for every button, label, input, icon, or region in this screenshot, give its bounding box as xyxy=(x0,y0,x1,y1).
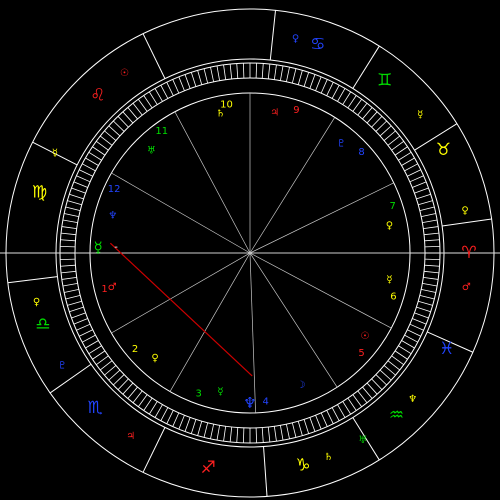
sign-gemini-ruler-glyph: ☿ xyxy=(417,110,423,121)
sign-sagittarius-glyph: ♐ xyxy=(201,458,216,478)
sign-aries-glyph: ♈ xyxy=(461,243,476,263)
planet-mercury-label: - xyxy=(114,242,118,253)
sign-taurus-glyph: ♉ xyxy=(436,140,451,160)
house-7-ruler-glyph: ♀ xyxy=(386,220,393,231)
sign-taurus-ruler-glyph: ♀ xyxy=(461,206,468,217)
sign-aquarius-ruler-glyph: ♅ xyxy=(358,435,367,446)
house-7-number: 7 xyxy=(390,201,396,212)
house-4-ruler-glyph: ☽ xyxy=(296,380,305,391)
sign-pisces-glyph: ♓ xyxy=(439,339,454,359)
house-8-number: 8 xyxy=(358,147,364,158)
sign-gemini-glyph: ♊ xyxy=(377,70,392,90)
sign-scorpio-glyph: ♏ xyxy=(87,398,102,418)
house-1-ruler-glyph: ♂ xyxy=(108,282,117,293)
sign-libra-glyph: ♎ xyxy=(35,314,50,334)
degree-tick xyxy=(60,258,76,261)
house-4-number: 4 xyxy=(263,397,269,408)
sign-sagittarius-ruler-glyph: ♃ xyxy=(126,431,135,442)
house-9-ruler-glyph: ♃ xyxy=(270,108,279,119)
sign-libra-ruler-glyph: ♀ xyxy=(33,297,40,308)
house-9-number: 9 xyxy=(293,105,299,116)
sign-cancer-ruler-glyph: ♀ xyxy=(292,33,299,44)
house-11-ruler-glyph: ♅ xyxy=(147,145,156,156)
house-2-number: 2 xyxy=(132,344,138,355)
house-8-ruler-glyph: ♇ xyxy=(337,139,346,150)
house-2-ruler-glyph: ♀ xyxy=(151,353,158,364)
sign-scorpio-ruler-glyph: ♇ xyxy=(58,360,67,371)
house-6-ruler-glyph: ☿ xyxy=(386,275,392,286)
house-11-number: 11 xyxy=(155,126,168,137)
sign-virgo-glyph: ♍ xyxy=(32,183,47,203)
sign-capricorn-ruler-glyph: ♄ xyxy=(324,452,333,463)
degree-tick xyxy=(424,245,440,248)
degree-tick xyxy=(242,63,245,79)
house-6-number: 6 xyxy=(390,291,396,302)
planet-neptune-glyph: ♆ xyxy=(243,394,256,412)
house-5-ruler-glyph: ☉ xyxy=(360,331,369,342)
sign-aries-ruler-glyph: ♂ xyxy=(462,282,471,293)
planet-mercury-glyph: ☿ xyxy=(93,239,102,257)
sign-aquarius-glyph: ♒ xyxy=(389,406,404,426)
sign-pisces-ruler-glyph: ♆ xyxy=(408,394,417,405)
house-5-number: 5 xyxy=(358,348,364,359)
house-10-ruler-glyph: ♄ xyxy=(216,109,225,120)
house-3-ruler-glyph: ☿ xyxy=(217,386,223,397)
house-3-number: 3 xyxy=(196,389,202,400)
degree-tick xyxy=(255,427,258,443)
sign-leo-ruler-glyph: ☉ xyxy=(120,68,129,79)
degree-tick xyxy=(242,427,245,443)
degree-tick xyxy=(60,245,76,248)
degree-tick xyxy=(255,63,258,79)
sign-virgo-ruler-glyph: ☿ xyxy=(52,148,58,159)
sign-leo-glyph: ♌ xyxy=(90,86,105,106)
house-12-number: 12 xyxy=(108,184,121,195)
sign-capricorn-glyph: ♑ xyxy=(295,456,310,476)
degree-tick xyxy=(424,258,440,261)
house-12-ruler-glyph: ♆ xyxy=(108,211,117,222)
sign-cancer-glyph: ♋ xyxy=(310,35,325,55)
astrology-chart-wheel: ♋♀♊☿♉♀♈♂♓♆♒♅♑ ♄♐♃♏♇♎♀♍☿♌☉1 ♂2♀3 ☿4☽5☉6☿7♀8♇… xyxy=(0,0,500,500)
